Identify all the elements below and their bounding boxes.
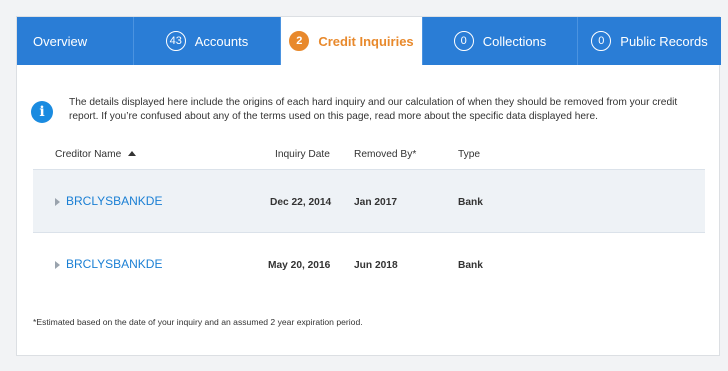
creditor-link[interactable]: BRCLYSBANKDE: [66, 257, 162, 271]
inquiry-type: Bank: [458, 260, 483, 271]
column-header-creditor-label: Creditor Name: [55, 149, 122, 160]
tab-overview-label: Overview: [33, 33, 88, 49]
accounts-count-badge: 43: [165, 31, 186, 51]
tab-collections-label: Collections: [482, 33, 547, 49]
expand-caret-icon[interactable]: [55, 198, 60, 206]
collections-count-badge: 0: [453, 31, 474, 51]
removed-by-date: Jun 2018: [354, 260, 398, 271]
tab-overview[interactable]: Overview: [17, 17, 134, 65]
column-header-inquiry-date: Inquiry Date: [275, 149, 330, 160]
inquiry-date: Dec 22, 2014: [270, 197, 332, 208]
inquiries-count-badge: 2: [289, 31, 310, 51]
tab-credit-inquiries[interactable]: 2 Credit Inquiries: [281, 17, 423, 65]
table-row[interactable]: BRCLYSBANKDE May 20, 2016 Jun 2018 Bank: [33, 233, 705, 297]
column-header-creditor[interactable]: Creditor Name: [55, 149, 137, 160]
column-header-type: Type: [458, 149, 481, 160]
creditor-link[interactable]: BRCLYSBANKDE: [66, 194, 162, 208]
inquiry-date: May 20, 2016: [268, 260, 331, 271]
sort-ascending-icon: [128, 151, 137, 156]
removed-by-date: Jan 2017: [354, 197, 398, 208]
table-row[interactable]: BRCLYSBANKDE Dec 22, 2014 Jan 2017 Bank: [33, 169, 705, 233]
report-tabs: Overview 43 Accounts 2 Credit Inquiries …: [17, 17, 721, 65]
expand-caret-icon[interactable]: [55, 261, 60, 269]
tab-collections[interactable]: 0 Collections: [423, 17, 578, 65]
tab-accounts-label: Accounts: [194, 33, 249, 49]
column-header-removed-by: Removed By*: [354, 149, 417, 160]
tab-credit-inquiries-label: Credit Inquiries: [318, 33, 414, 49]
tab-accounts[interactable]: 43 Accounts: [134, 17, 281, 65]
info-icon: i: [31, 101, 53, 123]
credit-inquiries-panel: Overview 43 Accounts 2 Credit Inquiries …: [16, 16, 721, 356]
public-records-count-badge: 0: [591, 31, 612, 51]
footnote: *Estimated based on the date of your inq…: [33, 317, 363, 327]
info-description: The details displayed here include the o…: [69, 97, 678, 122]
tab-public-records-label: Public Records: [620, 33, 708, 49]
inquiry-type: Bank: [458, 197, 483, 208]
tab-public-records[interactable]: 0 Public Records: [578, 17, 721, 65]
